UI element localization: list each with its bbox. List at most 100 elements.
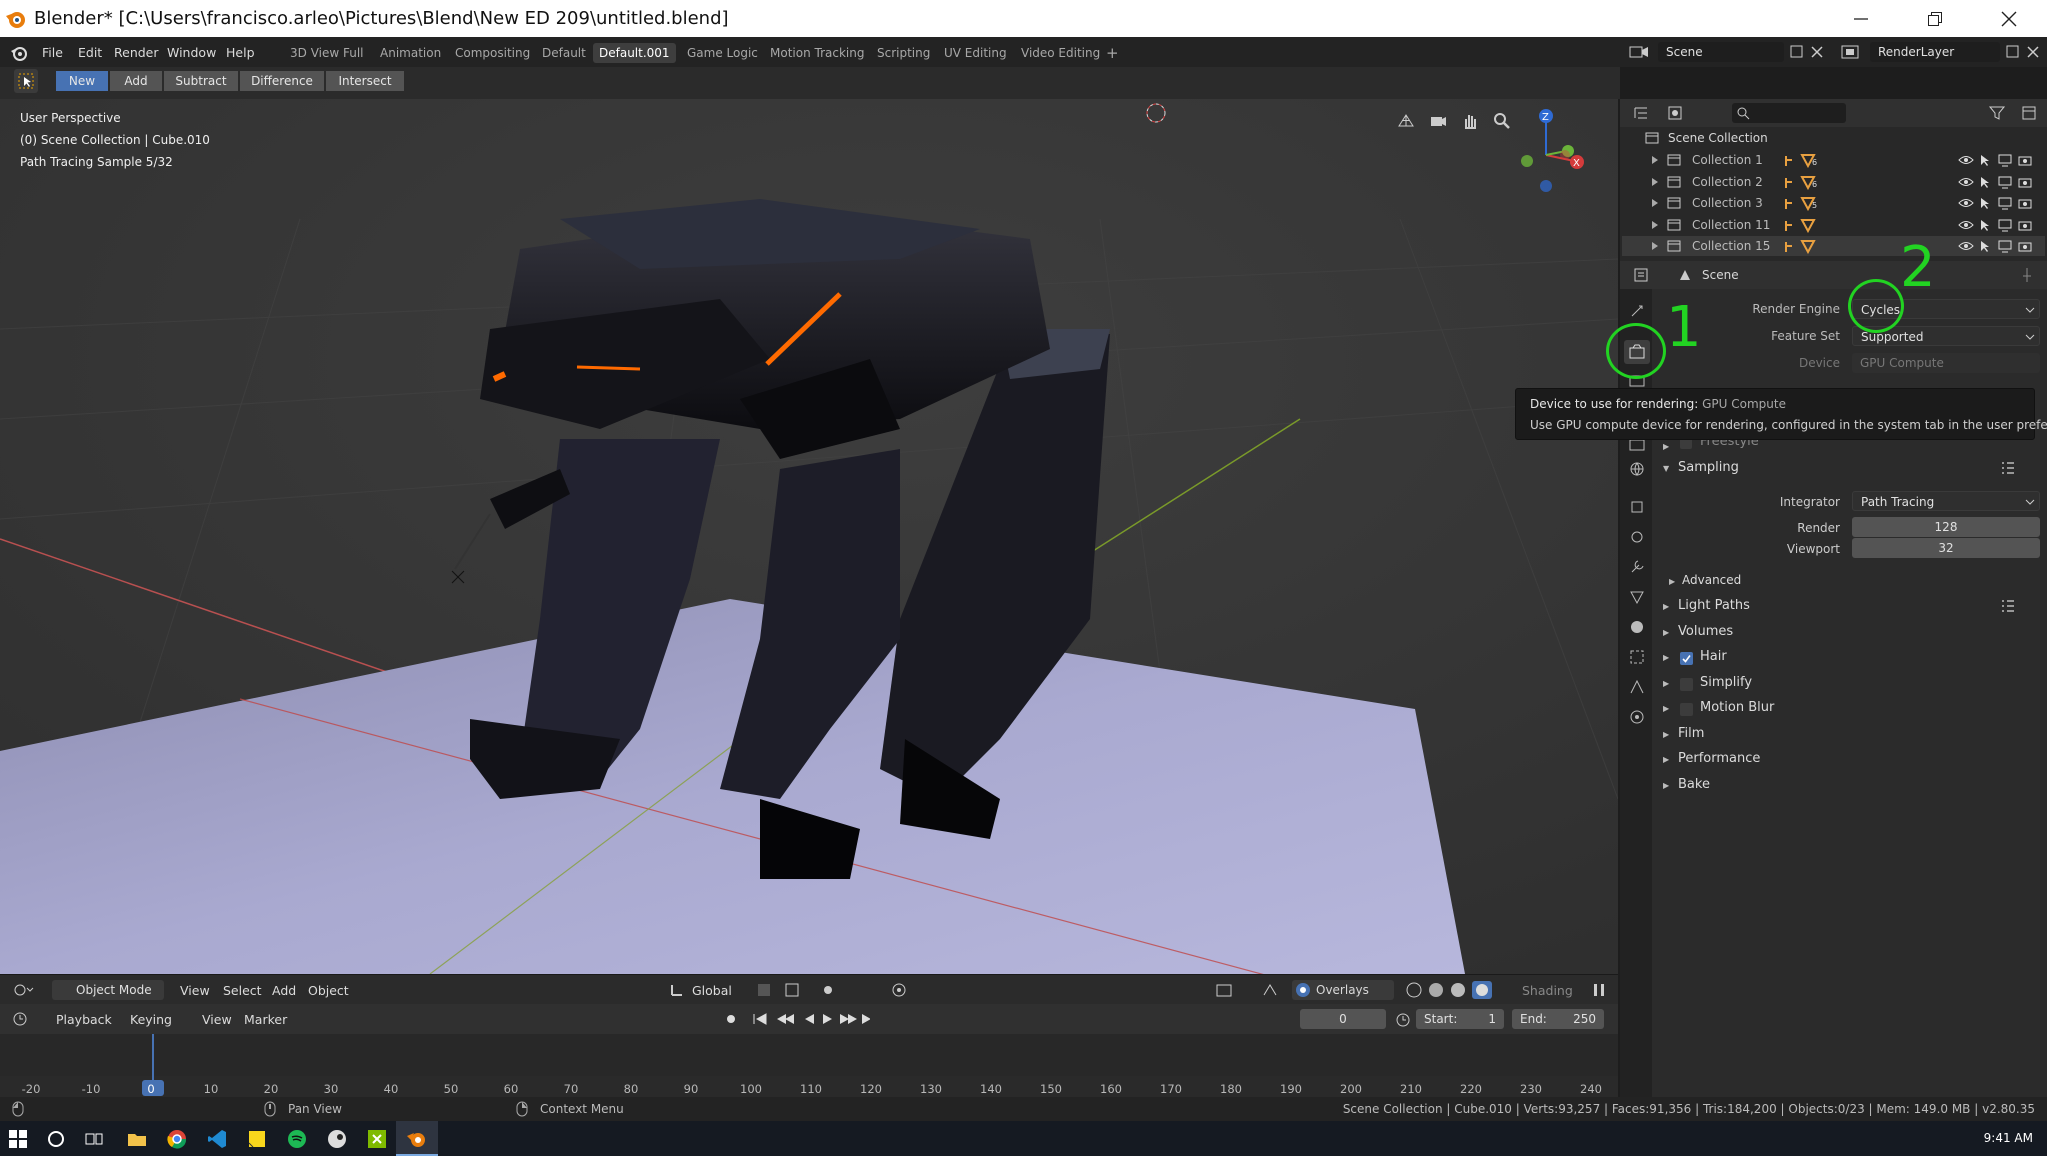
menu-object[interactable]: Object bbox=[308, 983, 349, 998]
workspace-tab-8[interactable]: UV Editing bbox=[938, 43, 1013, 63]
scene-field[interactable]: Scene bbox=[1658, 42, 1784, 62]
section-expand-arrow[interactable]: ▶ bbox=[1663, 781, 1669, 790]
workspace-tab-4[interactable]: Default.001 bbox=[593, 43, 676, 63]
section-expand-arrow[interactable]: ▶ bbox=[1663, 653, 1669, 662]
section-expand-arrow[interactable]: ▶ bbox=[1663, 755, 1669, 764]
properties-editor-icon[interactable] bbox=[1632, 266, 1654, 284]
snap-icons[interactable] bbox=[756, 981, 836, 999]
section-expand-arrow[interactable]: ▶ bbox=[1663, 628, 1669, 637]
physics-tab-icon[interactable] bbox=[1628, 618, 1646, 636]
timeline-area[interactable] bbox=[0, 1034, 1618, 1076]
blender-menu-icon[interactable] bbox=[10, 44, 28, 62]
viewport-display-icon[interactable] bbox=[1998, 218, 2012, 232]
selectable-cursor-icon[interactable] bbox=[1978, 196, 1992, 210]
outliner-search-input[interactable] bbox=[1732, 103, 1846, 123]
section-expand-arrow[interactable]: ▶ bbox=[1663, 602, 1669, 611]
gizmo-toggle-icon[interactable] bbox=[1260, 981, 1282, 999]
workspace-tab-6[interactable]: Motion Tracking bbox=[764, 43, 870, 63]
panel-bake[interactable]: Bake bbox=[1678, 777, 1710, 792]
section-expand-arrow[interactable]: ▶ bbox=[1663, 730, 1669, 739]
new-collection-icon[interactable] bbox=[2020, 104, 2042, 122]
shading-dropdown[interactable]: Shading bbox=[1522, 983, 1573, 998]
vscode-icon[interactable] bbox=[206, 1128, 228, 1150]
close-icon[interactable] bbox=[1808, 43, 1826, 61]
data-tab-icon[interactable] bbox=[1628, 678, 1646, 696]
presets-list-icon[interactable] bbox=[2000, 460, 2016, 476]
end-frame-field[interactable]: End: 250 bbox=[1512, 1009, 1604, 1029]
copy-icon[interactable] bbox=[2004, 43, 2022, 61]
expand-arrow-icon[interactable] bbox=[1650, 155, 1660, 165]
presets-list-icon[interactable] bbox=[2000, 598, 2016, 614]
advanced-expand-arrow[interactable]: ▶ bbox=[1669, 577, 1675, 586]
viewport-display-icon[interactable] bbox=[1998, 239, 2012, 253]
panel-volumes[interactable]: Volumes bbox=[1678, 624, 1733, 639]
freestyle-expand-arrow[interactable]: ▶ bbox=[1663, 442, 1669, 451]
render-camera-icon[interactable] bbox=[2018, 153, 2034, 167]
section-expand-arrow[interactable]: ▶ bbox=[1663, 704, 1669, 713]
expand-arrow-icon[interactable] bbox=[1650, 220, 1660, 230]
start-frame-field[interactable]: Start: 1 bbox=[1416, 1009, 1504, 1029]
marker-menu[interactable]: Marker bbox=[244, 1012, 287, 1027]
steam-icon[interactable] bbox=[326, 1128, 348, 1150]
menu-add[interactable]: Add bbox=[272, 983, 296, 998]
camera-view-icon[interactable] bbox=[1428, 111, 1448, 131]
shading-mode-icons[interactable] bbox=[1404, 980, 1504, 1000]
outliner-row[interactable]: Collection 35 bbox=[1622, 193, 2045, 213]
object-tab-icon[interactable] bbox=[1628, 498, 1646, 516]
subtract-mode-button[interactable]: Subtract bbox=[164, 71, 238, 91]
select-tool-button[interactable] bbox=[14, 69, 38, 93]
windows-start-icon[interactable] bbox=[8, 1129, 28, 1149]
file-explorer-icon[interactable] bbox=[126, 1129, 148, 1149]
display-mode-icon[interactable] bbox=[1666, 104, 1688, 122]
sticky-notes-icon[interactable] bbox=[246, 1128, 268, 1150]
close-icon[interactable] bbox=[2024, 43, 2042, 61]
pin-icon[interactable] bbox=[2018, 266, 2036, 284]
selectable-cursor-icon[interactable] bbox=[1978, 218, 1992, 232]
add-workspace-button[interactable]: + bbox=[1100, 43, 1125, 63]
viewport-display-icon[interactable] bbox=[1998, 175, 2012, 189]
hair-checkbox[interactable] bbox=[1680, 652, 1693, 665]
sampling-collapse-arrow[interactable]: ▼ bbox=[1663, 464, 1669, 473]
render-camera-icon[interactable] bbox=[2018, 196, 2034, 210]
motion-blur-checkbox[interactable] bbox=[1680, 703, 1693, 716]
render-samples-field[interactable]: 128 bbox=[1852, 517, 2040, 537]
3d-viewport[interactable]: User Perspective (0) Scene Collection | … bbox=[0, 99, 1618, 974]
new-mode-button[interactable]: New bbox=[56, 71, 108, 91]
menu-file[interactable]: File bbox=[42, 45, 63, 60]
overlays-button[interactable]: Overlays bbox=[1292, 980, 1394, 1000]
copy-icon[interactable] bbox=[1788, 43, 1806, 61]
selectable-cursor-icon[interactable] bbox=[1978, 175, 1992, 189]
selectable-cursor-icon[interactable] bbox=[1978, 239, 1992, 253]
panel-motion-blur[interactable]: Motion Blur bbox=[1700, 700, 1774, 715]
playback-controls[interactable] bbox=[720, 1010, 870, 1028]
device-dropdown[interactable]: GPU Compute bbox=[1852, 353, 2040, 373]
material-tab-icon[interactable] bbox=[1628, 708, 1646, 726]
restore-button[interactable] bbox=[1905, 0, 1965, 37]
filter-icon[interactable] bbox=[1988, 104, 2010, 122]
view-object-types-icon[interactable] bbox=[1214, 981, 1236, 999]
panel-light-paths[interactable]: Light Paths bbox=[1678, 598, 1750, 613]
panel-hair[interactable]: Hair bbox=[1700, 649, 1727, 664]
viewport-display-icon[interactable] bbox=[1998, 196, 2012, 210]
visibility-eye-icon[interactable] bbox=[1958, 175, 1974, 189]
keying-menu[interactable]: Keying bbox=[130, 1012, 172, 1027]
outliner-row[interactable]: Collection 11 bbox=[1622, 215, 2045, 235]
simplify-checkbox[interactable] bbox=[1680, 677, 1693, 691]
blender-taskbar-button[interactable] bbox=[396, 1121, 438, 1156]
outliner-row[interactable]: Collection 16 bbox=[1622, 150, 2045, 170]
menu-render[interactable]: Render bbox=[114, 45, 159, 60]
workspace-tab-3[interactable]: Default bbox=[536, 43, 592, 63]
panel-film[interactable]: Film bbox=[1678, 726, 1704, 741]
integrator-dropdown[interactable]: Path Tracing bbox=[1852, 491, 2040, 511]
playback-menu[interactable]: Playback bbox=[56, 1012, 112, 1027]
visibility-eye-icon[interactable] bbox=[1958, 196, 1974, 210]
render-camera-icon[interactable] bbox=[2018, 175, 2034, 189]
axis-gizmo-icon[interactable]: Z X bbox=[1510, 105, 1588, 197]
pause-render-icon[interactable] bbox=[1590, 981, 1608, 999]
sampling-panel[interactable]: Sampling bbox=[1678, 460, 1739, 475]
render-layer-icon[interactable] bbox=[1840, 43, 1862, 61]
selectable-cursor-icon[interactable] bbox=[1978, 153, 1992, 167]
outliner-row[interactable]: Collection 15 bbox=[1622, 236, 2045, 256]
stopwatch-icon[interactable] bbox=[1394, 1010, 1412, 1028]
close-window-button[interactable] bbox=[1979, 0, 2039, 37]
